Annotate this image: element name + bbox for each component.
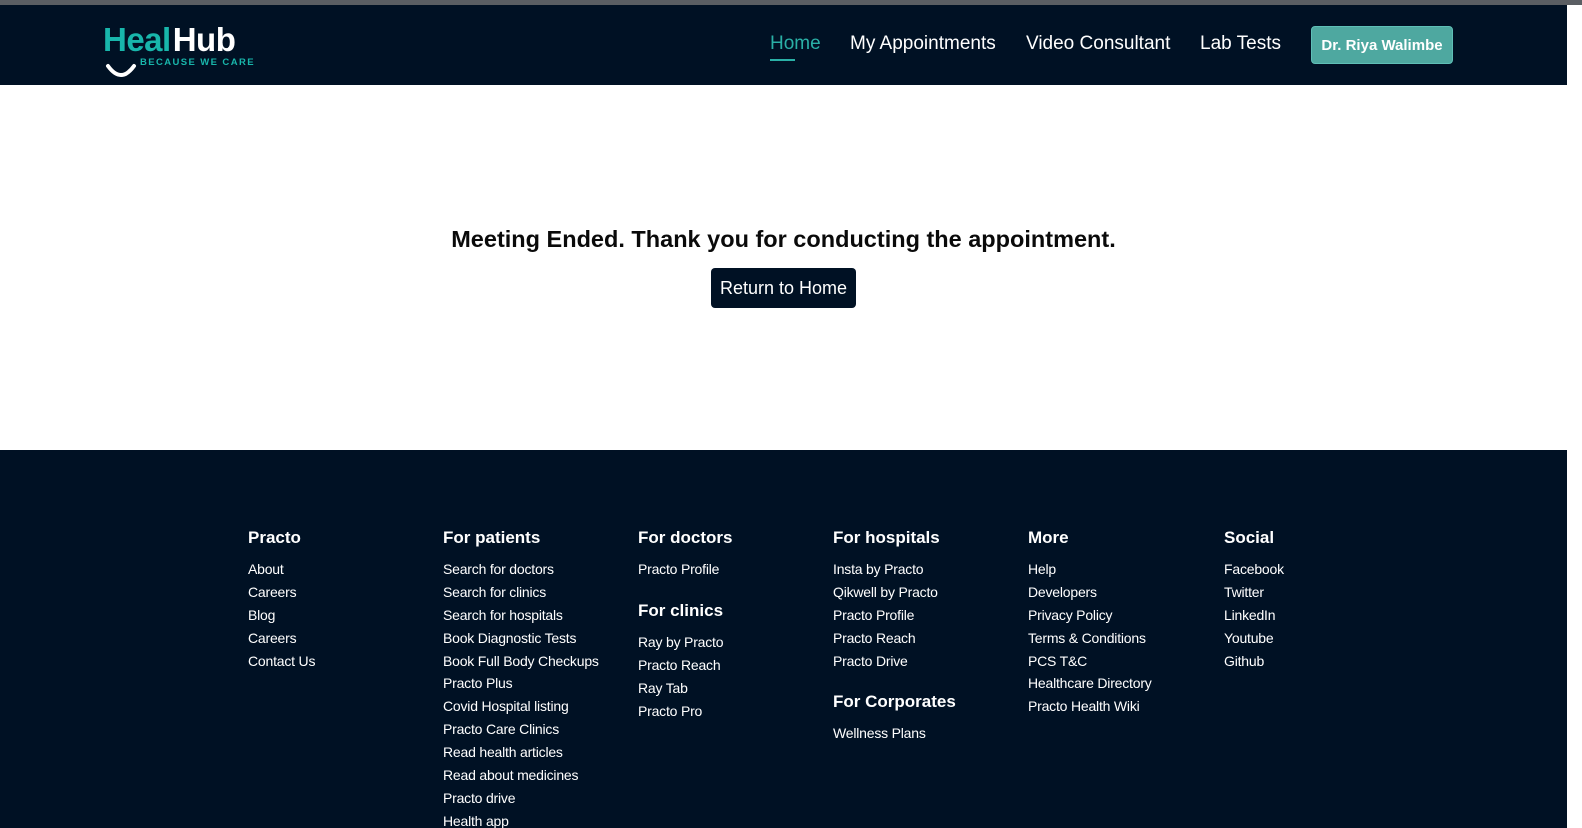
footer-link[interactable]: Youtube — [1224, 629, 1284, 652]
footer-heading: Practo — [248, 528, 301, 547]
footer-link[interactable]: PCS T&C — [1028, 652, 1152, 675]
footer-col-practo: Practo About Careers Blog Careers Contac… — [248, 528, 315, 674]
footer-link[interactable]: Practo Plus — [443, 674, 599, 697]
footer-link[interactable]: Contact Us — [248, 652, 315, 675]
footer-heading: For doctors — [638, 528, 733, 547]
footer-link[interactable]: Careers — [248, 629, 315, 652]
footer-col-hospitals: For hospitals Insta by Practo Qikwell by… — [833, 528, 956, 747]
nav-video-consultant[interactable]: Video Consultant — [1026, 33, 1170, 55]
footer-heading: For Corporates — [833, 692, 956, 712]
user-profile-button[interactable]: Dr. Riya Walimbe — [1311, 26, 1453, 64]
footer-link[interactable]: Careers — [248, 583, 315, 606]
footer-link[interactable]: Github — [1224, 652, 1284, 675]
footer-link[interactable]: Blog — [248, 606, 315, 629]
footer-link[interactable]: Terms & Conditions — [1028, 629, 1152, 652]
meeting-ended-message: Meeting Ended. Thank you for conducting … — [451, 226, 1116, 252]
footer-link[interactable]: Practo Health Wiki — [1028, 697, 1152, 720]
footer-link[interactable]: Search for doctors — [443, 560, 599, 583]
footer-link[interactable]: Covid Hospital listing — [443, 697, 599, 720]
vertical-scrollbar[interactable] — [1567, 5, 1582, 828]
footer-col-patients: For patients Search for doctors Search f… — [443, 528, 599, 828]
footer-link[interactable]: Qikwell by Practo — [833, 583, 956, 606]
footer-link[interactable]: Search for clinics — [443, 583, 599, 606]
footer-link[interactable]: Book Full Body Checkups — [443, 652, 599, 675]
footer-heading: For hospitals — [833, 528, 940, 547]
footer-link[interactable]: Practo Care Clinics — [443, 720, 599, 743]
footer-link[interactable]: Read health articles — [443, 743, 599, 766]
nav-lab-tests[interactable]: Lab Tests — [1200, 33, 1281, 55]
footer-link[interactable]: Search for hospitals — [443, 606, 599, 629]
main-content: Meeting Ended. Thank you for conducting … — [0, 85, 1582, 450]
footer-link[interactable]: Read about medicines — [443, 766, 599, 789]
footer-col-doctors: For doctors Practo Profile For clinics R… — [638, 528, 732, 724]
footer-link[interactable]: Developers — [1028, 583, 1152, 606]
return-home-button[interactable]: Return to Home — [711, 268, 856, 308]
footer-link[interactable]: Ray by Practo — [638, 633, 732, 656]
footer-link[interactable]: Practo drive — [443, 789, 599, 812]
footer-link[interactable]: Facebook — [1224, 560, 1284, 583]
footer-link[interactable]: About — [248, 560, 315, 583]
footer-heading: More — [1028, 528, 1069, 547]
footer-link[interactable]: Book Diagnostic Tests — [443, 629, 599, 652]
active-indicator — [770, 59, 795, 61]
footer-link[interactable]: Health app — [443, 812, 599, 828]
footer-col-more: More Help Developers Privacy Policy Term… — [1028, 528, 1152, 720]
nav-my-appointments[interactable]: My Appointments — [850, 33, 996, 55]
nav-home[interactable]: Home — [770, 33, 821, 61]
footer-link[interactable]: Wellness Plans — [833, 724, 956, 747]
footer-link[interactable]: LinkedIn — [1224, 606, 1284, 629]
footer-link[interactable]: Practo Drive — [833, 652, 956, 675]
footer-link[interactable]: Insta by Practo — [833, 560, 956, 583]
footer-link[interactable]: Practo Profile — [638, 560, 732, 583]
footer: Practo About Careers Blog Careers Contac… — [0, 450, 1582, 828]
footer-heading: Social — [1224, 528, 1275, 547]
footer-link[interactable]: Healthcare Directory — [1028, 674, 1152, 697]
footer-link[interactable]: Privacy Policy — [1028, 606, 1152, 629]
navbar: HealHub BECAUSE WE CARE Home My Appointm… — [0, 5, 1582, 85]
footer-link[interactable]: Twitter — [1224, 583, 1284, 606]
footer-heading: For clinics — [638, 600, 724, 620]
footer-col-social: Social Facebook Twitter LinkedIn Youtube… — [1224, 528, 1284, 674]
footer-heading: For patients — [443, 528, 541, 547]
footer-link[interactable]: Practo Reach — [638, 656, 732, 679]
footer-link[interactable]: Practo Pro — [638, 702, 732, 725]
footer-link[interactable]: Practo Reach — [833, 629, 956, 652]
nav-home-label: Home — [770, 33, 821, 54]
footer-link[interactable]: Practo Profile — [833, 606, 956, 629]
footer-link[interactable]: Ray Tab — [638, 679, 732, 702]
footer-link[interactable]: Help — [1028, 560, 1152, 583]
